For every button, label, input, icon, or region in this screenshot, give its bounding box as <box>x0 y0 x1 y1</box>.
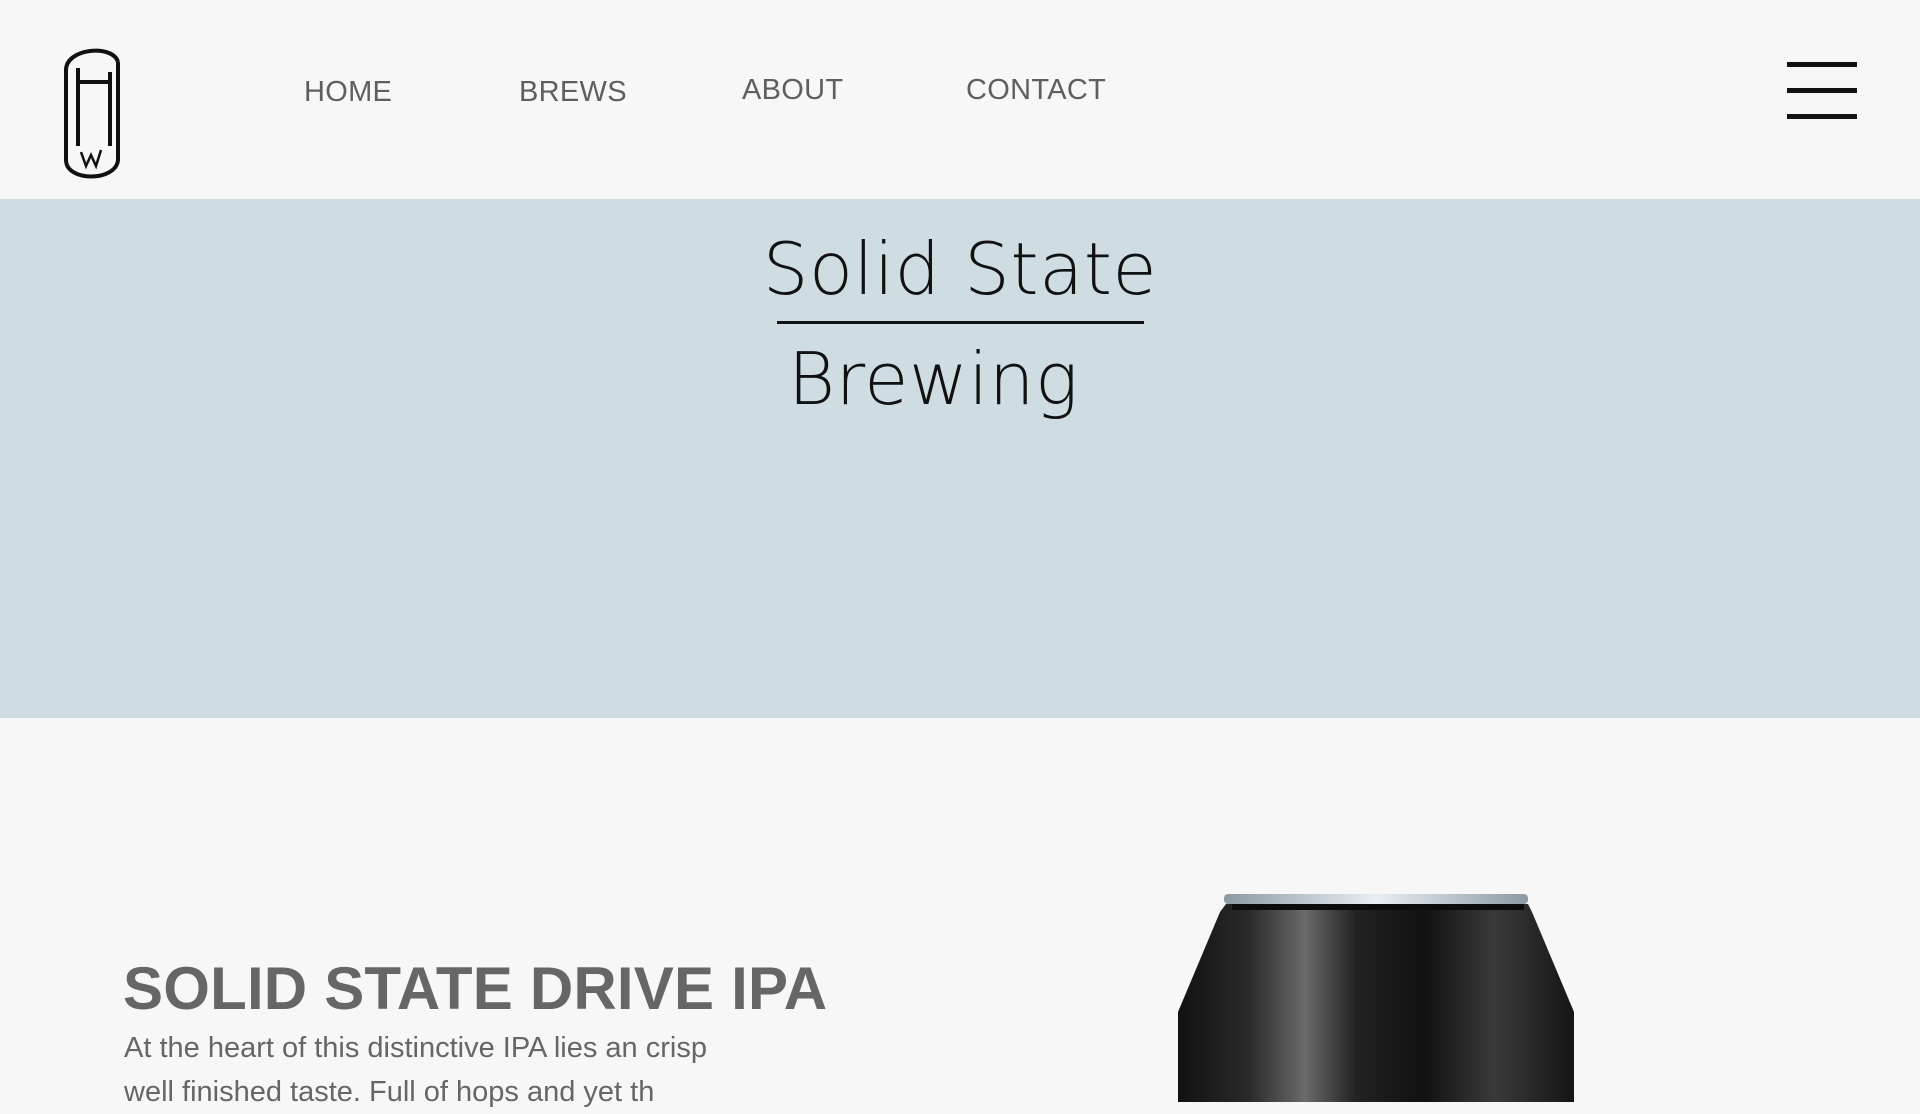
nav-about-link[interactable]: ABOUT <box>742 74 843 107</box>
featured-brew-section: SOLID STATE DRIVE IPA At the heart of th… <box>0 718 1920 1108</box>
nav-home-link[interactable]: HOME <box>304 76 392 109</box>
featured-brew-name: SOLID STATE DRIVE IPA <box>123 955 828 1022</box>
nav-brews-link[interactable]: BREWS <box>519 76 627 109</box>
beer-glass-logo-icon[interactable] <box>58 42 128 182</box>
hero-banner: Solid State Brewing <box>0 199 1920 718</box>
beer-can-image <box>1178 894 1574 1102</box>
hero-title-line1: Solid State <box>762 227 1158 311</box>
hero-title-divider <box>777 321 1144 324</box>
hero-title-line2: Brewing <box>788 337 1079 421</box>
site-header: HOME BREWS ABOUT CONTACT <box>0 0 1920 199</box>
nav-contact-link[interactable]: CONTACT <box>966 74 1106 107</box>
featured-brew-description: At the heart of this distinctive IPA lie… <box>124 1032 707 1108</box>
hamburger-menu-icon[interactable] <box>1787 62 1857 122</box>
